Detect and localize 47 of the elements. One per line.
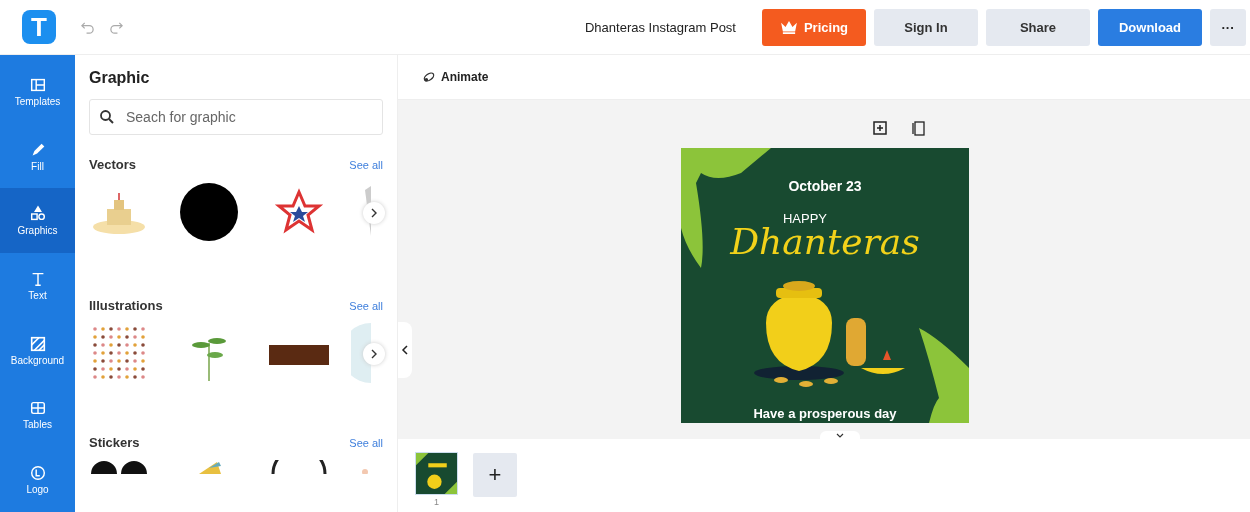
hatched-square-icon [28, 334, 47, 353]
search-field[interactable]: Seach for graphic [89, 99, 383, 135]
document-title: Dhanteras Instagram Post [584, 19, 736, 35]
page-thumbnail[interactable] [416, 453, 457, 494]
add-page-button[interactable]: + [473, 453, 517, 497]
section-title: Illustrations [89, 298, 163, 313]
round-thumbnail[interactable] [351, 323, 371, 383]
design-tagline: Have a prosperous day [753, 406, 897, 421]
mustache-thumbnail[interactable] [89, 460, 149, 474]
section-title: Stickers [89, 435, 140, 450]
collapse-panel-button[interactable] [398, 322, 412, 378]
sidebar-item[interactable]: Templates [0, 59, 75, 124]
more-button[interactable]: ··· [1210, 8, 1246, 46]
sidebar-item[interactable]: Text [0, 253, 75, 318]
chevron-right-icon [369, 349, 379, 359]
pricing-button[interactable]: Pricing [762, 8, 866, 46]
circle-icon [28, 464, 47, 483]
sidebar-item[interactable]: Background [0, 317, 75, 383]
app-logo[interactable]: T [22, 10, 56, 44]
next-button[interactable] [363, 343, 385, 365]
design-card[interactable]: October 23 HAPPY Dhanteras Have a prosperous day [681, 148, 969, 423]
chevron-left-icon [400, 345, 410, 355]
crown-icon [779, 20, 798, 34]
see-all-link[interactable]: See all [349, 437, 383, 449]
sidebar-item[interactable]: Graphics [0, 188, 75, 254]
next-button[interactable] [363, 202, 385, 224]
panel-title: Graphic [89, 69, 151, 87]
expand-button[interactable] [820, 431, 860, 441]
sidebar-item[interactable]: Tables [0, 382, 75, 448]
motion-icon [422, 70, 436, 84]
search-icon [99, 109, 115, 125]
section-title: Vectors [89, 157, 136, 172]
sidebar-item[interactable]: Fill [0, 123, 75, 189]
animate-button[interactable]: Animate [422, 70, 489, 84]
circle-thumbnail[interactable] [179, 182, 239, 242]
page-number: 1 [434, 497, 439, 507]
design-date: October 23 [788, 178, 862, 194]
chevron-down-icon [835, 433, 845, 439]
chevron-right-icon [369, 208, 379, 218]
copy-icon[interactable] [910, 120, 926, 136]
add-page-icon[interactable] [872, 120, 888, 136]
see-all-link[interactable]: See all [349, 300, 383, 312]
sidebar-item[interactable]: Logo [0, 447, 75, 512]
see-all-link[interactable]: See all [349, 159, 383, 171]
share-button[interactable]: Share [986, 8, 1090, 46]
sign-in-button[interactable]: Sign In [874, 8, 978, 46]
download-button[interactable]: Download [1098, 8, 1202, 46]
